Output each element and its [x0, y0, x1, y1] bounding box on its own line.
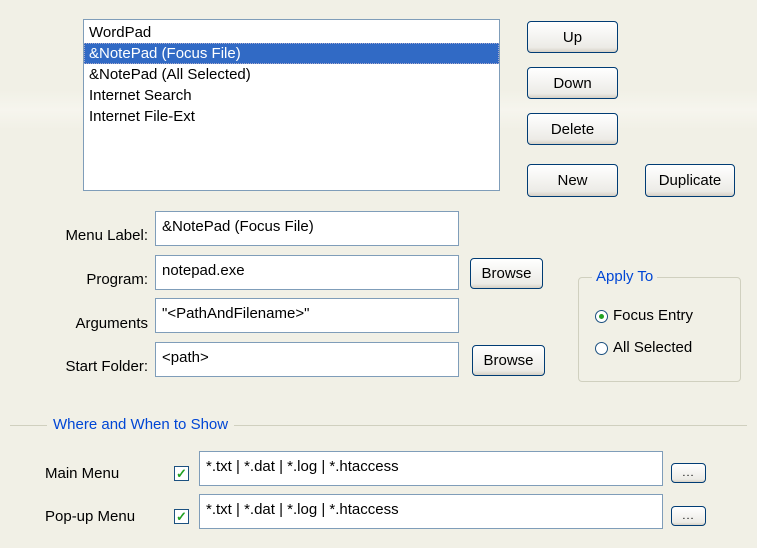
browse-program-button[interactable]: Browse: [470, 258, 543, 289]
ellipsis-icon: ...: [682, 510, 695, 522]
radio-button-checked[interactable]: [595, 309, 608, 323]
list-item[interactable]: Internet File-Ext: [84, 106, 499, 127]
check-icon: ✓: [176, 509, 187, 524]
arguments-label: Arguments: [75, 315, 148, 332]
browse-folder-button[interactable]: Browse: [472, 345, 545, 376]
up-button[interactable]: Up: [527, 21, 618, 53]
radio-label: All Selected: [613, 339, 693, 356]
tool-settings-panel: WordPad &NotePad (Focus File) &NotePad (…: [0, 0, 757, 548]
popup-menu-filter-field[interactable]: *.txt | *.dat | *.log | *.htaccess: [199, 494, 663, 529]
list-item-selected[interactable]: &NotePad (Focus File): [84, 43, 499, 64]
duplicate-button[interactable]: Duplicate: [645, 164, 735, 197]
program-label: Program:: [86, 271, 148, 288]
apply-to-groupbox: [578, 277, 741, 382]
check-icon: ✓: [176, 466, 187, 481]
popup-menu-ellipsis-button[interactable]: ...: [671, 506, 706, 526]
main-menu-label: Main Menu: [45, 465, 120, 482]
popup-menu-checkbox[interactable]: ✓: [174, 509, 189, 524]
main-menu-ellipsis-button[interactable]: ...: [671, 463, 706, 483]
new-button[interactable]: New: [527, 164, 618, 197]
program-field[interactable]: notepad.exe: [155, 255, 459, 290]
radio-dot-icon: [599, 313, 604, 319]
list-item[interactable]: &NotePad (All Selected): [84, 64, 499, 85]
down-button[interactable]: Down: [527, 67, 618, 99]
tools-listbox[interactable]: WordPad &NotePad (Focus File) &NotePad (…: [83, 19, 500, 191]
apply-to-title: Apply To: [592, 266, 658, 288]
start-folder-field[interactable]: <path>: [155, 342, 459, 377]
ellipsis-icon: ...: [682, 467, 695, 479]
main-menu-filter-field[interactable]: *.txt | *.dat | *.log | *.htaccess: [199, 451, 663, 486]
radio-all-selected[interactable]: All Selected: [595, 337, 692, 359]
list-item[interactable]: WordPad: [84, 22, 499, 43]
popup-menu-label: Pop-up Menu: [45, 508, 136, 525]
radio-label: Focus Entry: [613, 307, 694, 324]
arguments-field[interactable]: "<PathAndFilename>": [155, 298, 459, 333]
menu-label-field[interactable]: &NotePad (Focus File): [155, 211, 459, 246]
list-item[interactable]: Internet Search: [84, 85, 499, 106]
main-menu-checkbox[interactable]: ✓: [174, 466, 189, 481]
start-folder-label: Start Folder:: [65, 358, 148, 375]
radio-button[interactable]: [595, 341, 608, 355]
radio-focus-entry[interactable]: Focus Entry: [595, 305, 693, 327]
menu-label-label: Menu Label:: [65, 227, 148, 244]
where-when-title: Where and When to Show: [47, 414, 235, 436]
delete-button[interactable]: Delete: [527, 113, 618, 145]
